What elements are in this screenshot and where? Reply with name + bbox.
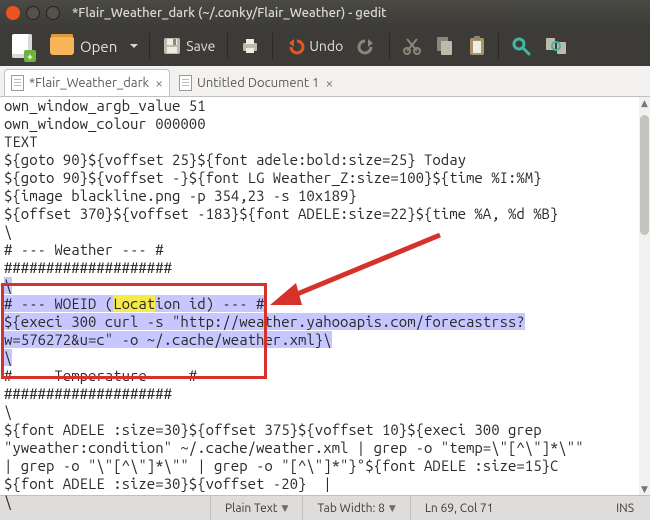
editor-line: # --- WOEID (Location id) --- # (4, 295, 644, 313)
editor-container: own_window_argb_value 51own_window_colou… (0, 97, 650, 495)
editor-line: \ (4, 403, 644, 421)
editor-line: ${goto 90}${voffset -}${font LG Weather_… (4, 169, 644, 187)
new-document-icon: + (12, 34, 32, 58)
printer-icon (240, 36, 260, 56)
chevron-down-icon (129, 41, 139, 51)
editor-line: \ (4, 223, 644, 241)
window-maximize-button[interactable] (46, 6, 60, 20)
editor-line: #################### (4, 385, 644, 403)
copy-button[interactable] (430, 31, 460, 61)
tab-strip: *Flair_Weather_dark × Untitled Document … (0, 66, 650, 97)
scrollbar-up-arrow[interactable]: ▲ (639, 97, 650, 109)
text-editor[interactable]: own_window_argb_value 51own_window_colou… (0, 97, 650, 511)
tab-close-button[interactable]: × (155, 75, 163, 91)
editor-line: TEXT (4, 133, 644, 151)
save-icon (162, 36, 182, 56)
tab-untitled-document[interactable]: Untitled Document 1 × (172, 69, 340, 96)
scrollbar-down-arrow[interactable]: ▼ (639, 483, 650, 495)
editor-line: \ (4, 277, 644, 295)
main-toolbar: + Open Save Undo (0, 26, 650, 66)
window-title: *Flair_Weather_dark (~/.conky/Flair_Weat… (72, 6, 387, 20)
editor-line: own_window_colour 000000 (4, 115, 644, 133)
paste-button[interactable] (462, 31, 492, 61)
window-titlebar: *Flair_Weather_dark (~/.conky/Flair_Weat… (0, 0, 650, 26)
document-icon (11, 75, 24, 91)
copy-icon (436, 36, 454, 56)
find-replace-icon (545, 37, 567, 55)
clipboard-icon (468, 36, 486, 56)
tab-label: Untitled Document 1 (197, 76, 319, 90)
editor-line: # --- Temperature --- # (4, 367, 644, 385)
save-button[interactable]: Save (156, 31, 221, 61)
cut-button[interactable] (396, 31, 428, 61)
scissors-icon (402, 36, 422, 56)
document-icon (179, 75, 192, 91)
open-recent-dropdown[interactable] (125, 31, 143, 61)
editor-line: ${image blackline.png -p 354,23 -s 10x18… (4, 187, 644, 205)
editor-line: # --- Weather --- # (4, 241, 644, 259)
redo-button[interactable] (351, 31, 383, 61)
editor-line: #################### (4, 259, 644, 277)
find-replace-button[interactable] (539, 31, 573, 61)
editor-line: \ (4, 349, 644, 367)
search-icon (511, 36, 531, 56)
editor-line: ${font ADELE :size=30}${offset 375}${vof… (4, 421, 644, 439)
editor-line: own_window_argb_value 51 (4, 97, 644, 115)
editor-line: ${goto 90}${voffset 25}${font adele:bold… (4, 151, 644, 169)
undo-icon (285, 37, 305, 55)
search-button[interactable] (505, 31, 537, 61)
open-button[interactable]: Open (44, 31, 123, 61)
chevron-down-icon: ▼ (282, 503, 289, 514)
editor-line: "yweather:condition" ~/.cache/weather.xm… (4, 439, 644, 457)
folder-icon (50, 37, 74, 55)
print-button[interactable] (234, 31, 266, 61)
scrollbar-thumb[interactable] (640, 115, 649, 235)
editor-line: ${font ADELE :size=30}${voffset -20} | (4, 475, 644, 493)
new-document-button[interactable]: + (6, 31, 42, 61)
editor-line: w=576272&u=c" -o ~/.cache/weather.xml}\ (4, 331, 644, 349)
vertical-scrollbar[interactable]: ▲ ▼ (639, 97, 650, 495)
editor-line: | grep -o "\"[^\"]*\"" | grep -o "[^\"]*… (4, 457, 644, 475)
editor-line: ${offset 370}${voffset -183}${font ADELE… (4, 205, 644, 223)
redo-icon (357, 37, 377, 55)
tab-label: *Flair_Weather_dark (29, 76, 149, 90)
window-close-button[interactable] (6, 6, 20, 20)
editor-line: \ (4, 493, 644, 511)
window-minimize-button[interactable] (26, 6, 40, 20)
undo-button[interactable]: Undo (279, 31, 349, 61)
tab-close-button[interactable]: × (325, 75, 333, 91)
tab-flair-weather-dark[interactable]: *Flair_Weather_dark × (4, 69, 170, 96)
chevron-down-icon: ▼ (389, 503, 396, 514)
editor-line: ${execi 300 curl -s "http://weather.yaho… (4, 313, 644, 331)
